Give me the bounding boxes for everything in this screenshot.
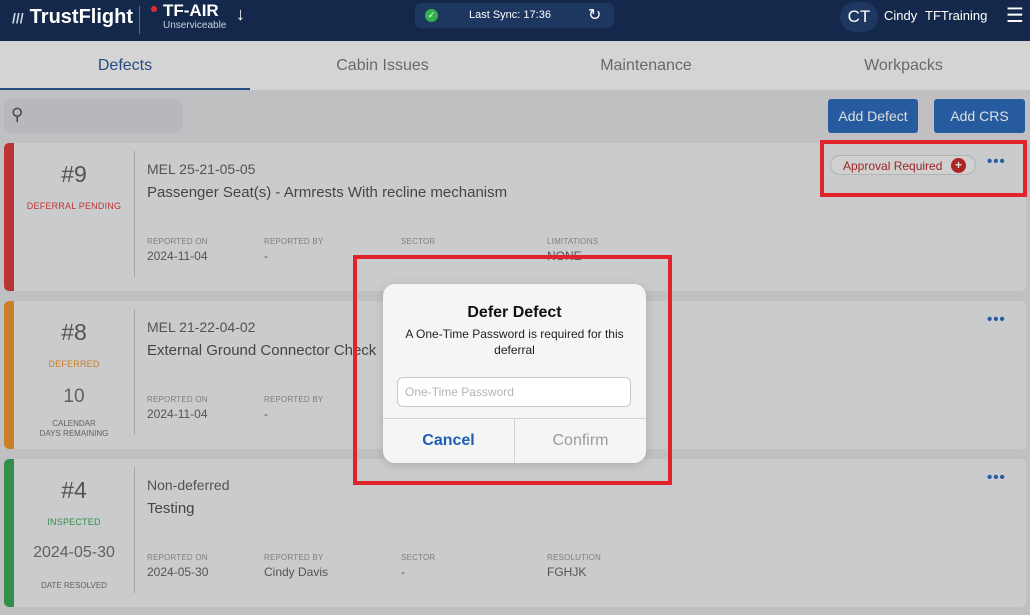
logo-icon: /// bbox=[12, 9, 24, 26]
trustflight-logo[interactable]: /// TrustFlight bbox=[12, 6, 133, 29]
refresh-icon[interactable]: ↻ bbox=[588, 5, 601, 25]
aircraft-registration[interactable]: TF-AIR bbox=[163, 1, 219, 21]
hamburger-menu-icon[interactable]: ☰ bbox=[1006, 3, 1024, 28]
sync-status: ✓ Last Sync: 17:36 ↻ bbox=[415, 3, 614, 28]
top-bar: /// TrustFlight TF-AIR Unserviceable ↓ ✓… bbox=[0, 0, 1030, 41]
aircraft-status: Unserviceable bbox=[163, 20, 227, 31]
arrow-down-icon[interactable]: ↓ bbox=[236, 4, 245, 25]
unserviceable-dot-icon bbox=[151, 6, 157, 12]
header-divider bbox=[139, 6, 140, 34]
user-first-name: Cindy bbox=[884, 8, 918, 23]
check-circle-icon: ✓ bbox=[425, 9, 438, 22]
last-sync-text: Last Sync: 17:36 bbox=[469, 9, 551, 21]
logo-text: TrustFlight bbox=[29, 6, 133, 28]
avatar[interactable]: CT bbox=[840, 2, 878, 32]
highlight-box-approval bbox=[820, 140, 1027, 197]
user-last-name: TFTraining bbox=[925, 8, 988, 23]
highlight-box-dialog bbox=[353, 255, 672, 485]
